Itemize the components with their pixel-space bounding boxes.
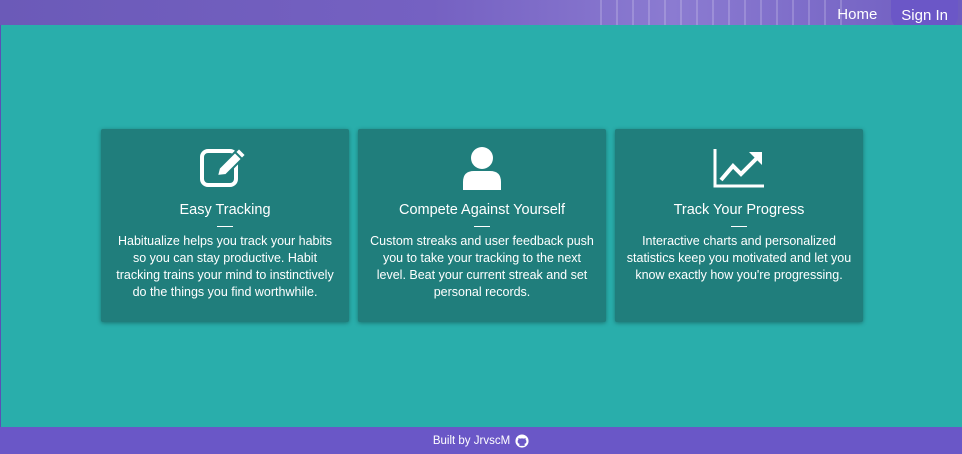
feature-title: Easy Tracking xyxy=(179,202,271,218)
page-edge xyxy=(0,25,1,427)
feature-description: Interactive charts and personalized stat… xyxy=(626,234,852,282)
top-navbar: Home Sign In xyxy=(0,0,962,25)
footer: Built by JrvscM xyxy=(0,427,962,454)
line-chart-icon xyxy=(713,146,765,190)
feature-card-progress: Track Your Progress Interactive charts a… xyxy=(615,129,863,322)
feature-cards: Easy Tracking Habitualize helps you trac… xyxy=(101,129,863,322)
title-divider xyxy=(217,226,233,227)
sign-in-button[interactable]: Sign In xyxy=(891,0,958,25)
feature-description: Custom streaks and user feedback push yo… xyxy=(370,234,594,299)
title-divider xyxy=(474,226,490,227)
edit-icon xyxy=(199,146,251,190)
feature-title: Track Your Progress xyxy=(673,202,805,218)
title-divider xyxy=(731,226,747,227)
user-icon xyxy=(460,146,504,190)
feature-card-compete: Compete Against Yourself Custom streaks … xyxy=(358,129,606,322)
nav-links: Home Sign In xyxy=(833,0,958,25)
home-link[interactable]: Home xyxy=(833,0,881,23)
github-icon[interactable] xyxy=(515,433,529,448)
footer-credit: Built by JrvscM xyxy=(432,434,511,447)
feature-description: Habitualize helps you track your habits … xyxy=(116,234,334,299)
navbar-background-pattern xyxy=(600,0,850,25)
feature-card-easy-tracking: Easy Tracking Habitualize helps you trac… xyxy=(101,129,349,322)
feature-title: Compete Against Yourself xyxy=(398,202,566,218)
